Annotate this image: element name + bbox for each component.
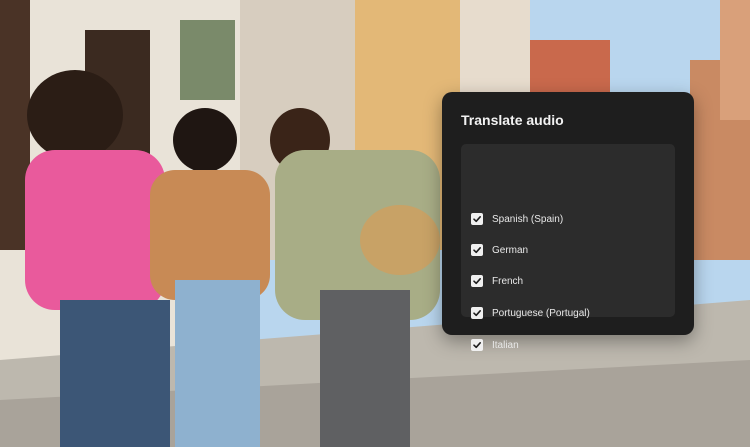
language-list: Spanish (Spain) German French Portuguese…	[461, 144, 675, 351]
language-label: Spanish (Spain)	[492, 213, 564, 225]
checkbox-checked-icon[interactable]	[471, 244, 483, 256]
checkbox-checked-icon[interactable]	[471, 275, 483, 287]
panel-title: Translate audio	[461, 112, 564, 128]
language-label: Portuguese (Portugal)	[492, 307, 590, 319]
language-label: Italian	[492, 339, 519, 351]
checkbox-checked-icon[interactable]	[471, 213, 483, 225]
language-option-italian[interactable]: Italian	[471, 336, 519, 354]
language-label: French	[492, 275, 524, 287]
language-option-french[interactable]: French	[471, 272, 523, 290]
language-option-german[interactable]: German	[471, 241, 528, 259]
language-label: German	[492, 244, 529, 256]
checkbox-checked-icon[interactable]	[471, 339, 483, 351]
language-option-spanish[interactable]: Spanish (Spain)	[471, 210, 563, 228]
checkbox-checked-icon[interactable]	[471, 307, 483, 319]
translate-audio-panel: Translate audio Spanish (Spain) German F…	[442, 92, 694, 351]
language-option-portuguese[interactable]: Portuguese (Portugal)	[471, 304, 590, 322]
